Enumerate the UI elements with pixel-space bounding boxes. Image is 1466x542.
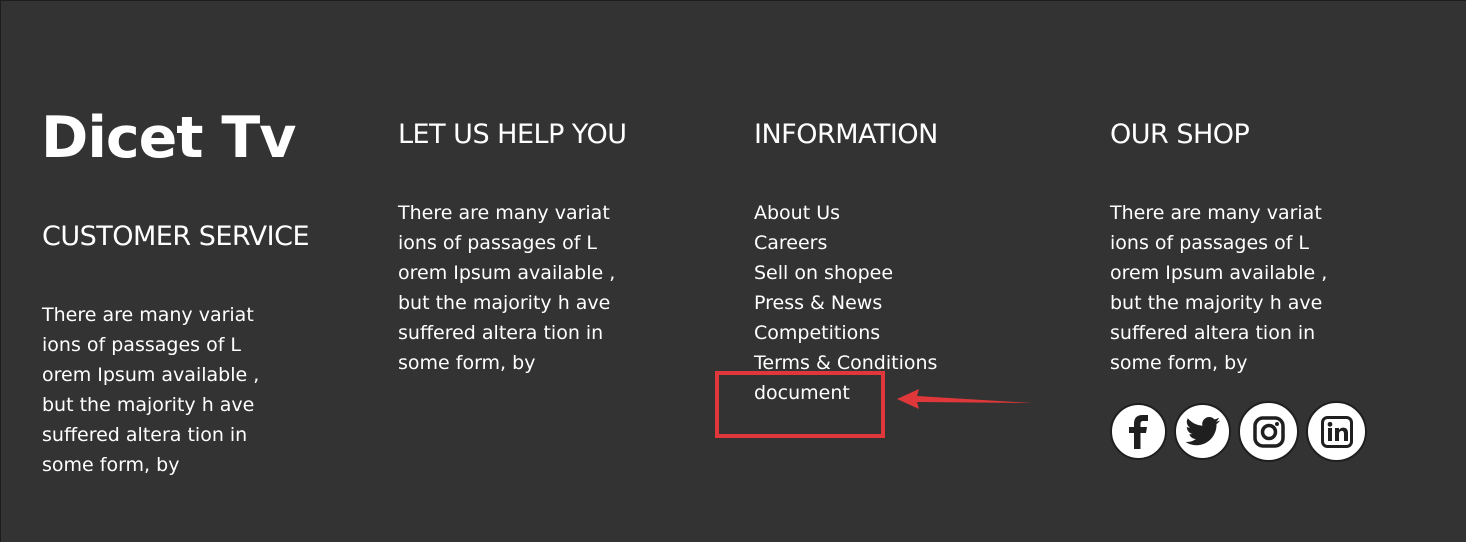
list-item: Press & News bbox=[754, 288, 937, 318]
text-line: suffered altera tion in bbox=[1110, 322, 1316, 344]
list-item: About Us bbox=[754, 198, 937, 228]
text-line: some form, by bbox=[1110, 352, 1248, 374]
list-item: Sell on shopee bbox=[754, 258, 937, 288]
text-line: suffered altera tion in bbox=[42, 424, 248, 446]
link-terms-conditions[interactable]: Terms & Conditions bbox=[754, 352, 937, 374]
social-links bbox=[1110, 401, 1367, 462]
list-item: Competitions bbox=[754, 318, 937, 348]
list-item: Careers bbox=[754, 228, 937, 258]
instagram-icon bbox=[1252, 415, 1285, 448]
text-line: orem Ipsum available , bbox=[42, 364, 260, 386]
text-line: suffered altera tion in bbox=[398, 322, 604, 344]
help-text: There are many variat ions of passages o… bbox=[398, 198, 615, 378]
text-line: some form, by bbox=[42, 454, 180, 476]
linkedin-icon bbox=[1320, 415, 1353, 448]
shop-heading: OUR SHOP bbox=[1110, 119, 1250, 150]
text-line: ions of passages of L bbox=[42, 334, 242, 356]
brand-logo[interactable]: Dicet Tv bbox=[41, 105, 296, 171]
text-line: ions of passages of L bbox=[398, 232, 598, 254]
text-line: ions of passages of L bbox=[1110, 232, 1310, 254]
text-line: orem Ipsum available , bbox=[398, 262, 616, 284]
link-careers[interactable]: Careers bbox=[754, 232, 827, 254]
facebook-icon bbox=[1128, 414, 1148, 449]
list-item: document bbox=[754, 378, 937, 408]
twitter-button[interactable] bbox=[1174, 403, 1231, 460]
link-sell-on-shopee[interactable]: Sell on shopee bbox=[754, 262, 893, 284]
text-line: but the majority h ave bbox=[398, 292, 611, 314]
link-document[interactable]: document bbox=[754, 382, 850, 404]
facebook-button[interactable] bbox=[1110, 403, 1167, 460]
text-line: some form, by bbox=[398, 352, 536, 374]
help-heading: LET US HELP YOU bbox=[398, 119, 627, 150]
customer-service-text: There are many variat ions of passages o… bbox=[42, 300, 259, 480]
information-links: About Us Careers Sell on shopee Press & … bbox=[754, 198, 937, 408]
text-line: orem Ipsum available , bbox=[1110, 262, 1328, 284]
text-line: but the majority h ave bbox=[42, 394, 255, 416]
text-line: There are many variat bbox=[1110, 202, 1322, 224]
link-competitions[interactable]: Competitions bbox=[754, 322, 880, 344]
link-press-news[interactable]: Press & News bbox=[754, 292, 882, 314]
linkedin-button[interactable] bbox=[1306, 401, 1367, 462]
shop-text: There are many variat ions of passages o… bbox=[1110, 198, 1327, 378]
site-footer: Dicet Tv CUSTOMER SERVICE There are many… bbox=[0, 0, 1466, 542]
link-about-us[interactable]: About Us bbox=[754, 202, 840, 224]
text-line: but the majority h ave bbox=[1110, 292, 1323, 314]
text-line: There are many variat bbox=[42, 304, 254, 326]
customer-service-heading: CUSTOMER SERVICE bbox=[42, 221, 310, 252]
text-line: There are many variat bbox=[398, 202, 610, 224]
twitter-icon bbox=[1184, 416, 1220, 445]
list-item: Terms & Conditions bbox=[754, 348, 937, 378]
information-heading: INFORMATION bbox=[754, 119, 938, 150]
instagram-button[interactable] bbox=[1238, 401, 1299, 462]
